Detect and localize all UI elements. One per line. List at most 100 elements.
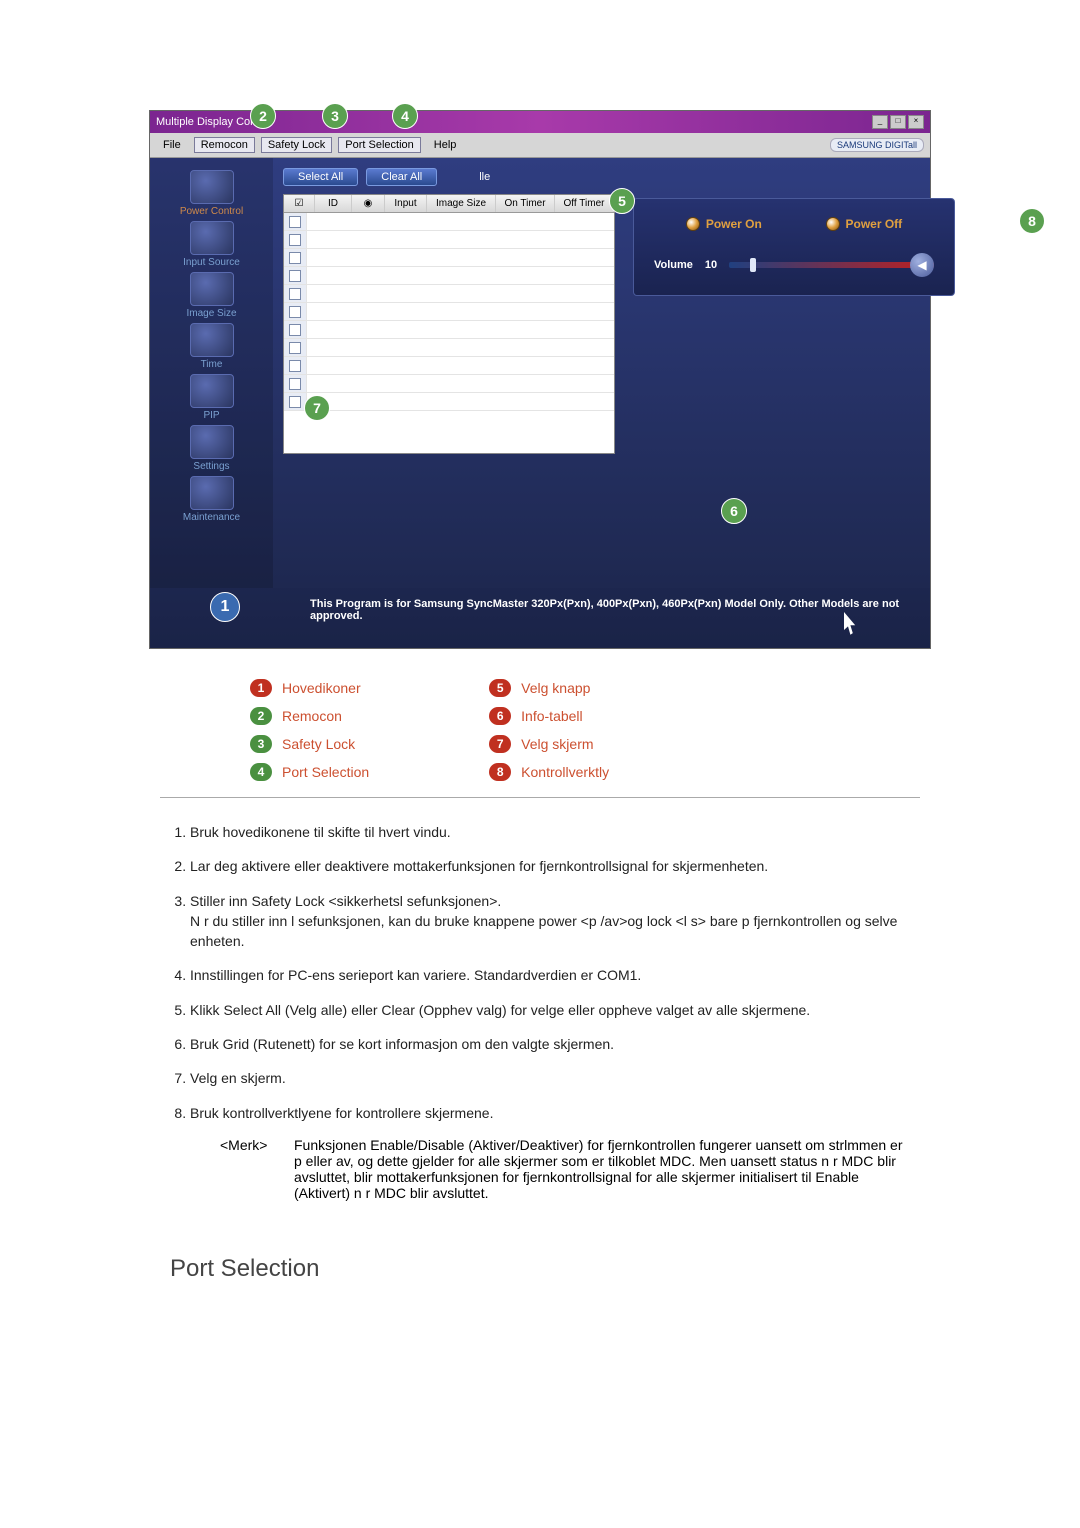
close-button[interactable]: × [908, 115, 924, 129]
sidebar-maintenance[interactable]: Maintenance [167, 476, 257, 523]
list-item: Velg en skjerm. [190, 1068, 910, 1088]
sidebar-time[interactable]: Time [167, 323, 257, 370]
power-radio-row: Power On Power Off [654, 217, 934, 231]
grid-body: 7 [284, 213, 614, 453]
col-image-size[interactable]: Image Size [427, 195, 496, 212]
section-heading: Port Selection [170, 1255, 1000, 1283]
table-row[interactable] [284, 375, 614, 393]
callout-7: 7 [304, 395, 330, 421]
table-row[interactable] [284, 267, 614, 285]
menu-remocon[interactable]: Remocon [194, 137, 255, 153]
volume-value: 10 [705, 259, 717, 271]
divider [160, 797, 920, 798]
legend-col-right: 5Velg knapp 6Info-tabell 7Velg skjerm 8K… [489, 679, 609, 781]
sidebar-image-size[interactable]: Image Size [167, 272, 257, 319]
col-off-timer[interactable]: Off Timer [555, 195, 614, 212]
speaker-icon[interactable]: ◀ [910, 253, 934, 277]
list-item: Innstillingen for PC-ens serieport kan v… [190, 965, 910, 985]
app-body: Power Control Input Source Image Size Ti… [150, 158, 930, 588]
table-row[interactable] [284, 339, 614, 357]
legend-row: 2Remocon [250, 707, 369, 725]
menu-safety-lock[interactable]: Safety Lock [261, 137, 332, 153]
col-status-icon[interactable]: ◉ [352, 195, 385, 212]
image-size-icon [190, 272, 234, 306]
sidebar-pip[interactable]: PIP [167, 374, 257, 421]
legend-row: 5Velg knapp [489, 679, 609, 697]
sidebar-power-control[interactable]: Power Control [167, 170, 257, 217]
legend-row: 4Port Selection [250, 763, 369, 781]
legend-label: Velg knapp [521, 680, 590, 696]
list-item: Bruk hovedikonene til skifte til hvert v… [190, 822, 910, 842]
col-input[interactable]: Input [385, 195, 427, 212]
list-item: Bruk kontrollverktlyene for kontrollere … [190, 1103, 910, 1123]
list-item: Lar deg aktivere eller deaktivere mottak… [190, 856, 910, 876]
cursor-icon [844, 612, 870, 642]
table-row[interactable] [284, 231, 614, 249]
sidebar-settings[interactable]: Settings [167, 425, 257, 472]
sidebar-input-source[interactable]: Input Source [167, 221, 257, 268]
info-grid: ☑ ID ◉ Input Image Size On Timer Off Tim… [283, 194, 615, 454]
app-screenshot: 2 3 4 Multiple Display Control _ □ × Fil… [149, 110, 931, 649]
select-all-button[interactable]: Select All [283, 168, 358, 186]
callout-1: 1 [210, 592, 240, 622]
col-checkbox[interactable]: ☑ [284, 195, 315, 212]
table-row[interactable] [284, 357, 614, 375]
legend-label: Remocon [282, 708, 342, 724]
menubar: File Remocon Safety Lock Port Selection … [150, 133, 930, 158]
menu-file[interactable]: File [156, 137, 188, 153]
minimize-button[interactable]: _ [872, 115, 888, 129]
col-id[interactable]: ID [315, 195, 352, 212]
power-on-label: Power On [706, 217, 762, 231]
clear-all-button[interactable]: Clear All [366, 168, 437, 186]
legend: 1Hovedikoner 2Remocon 3Safety Lock 4Port… [250, 679, 890, 781]
legend-label: Port Selection [282, 764, 369, 780]
legend-label: Hovedikoner [282, 680, 361, 696]
legend-label: Velg skjerm [521, 736, 593, 752]
list-item: Stiller inn Safety Lock <sikkerhetsl sef… [190, 891, 910, 952]
settings-icon [190, 425, 234, 459]
table-row[interactable] [284, 285, 614, 303]
callout-2: 2 [250, 103, 276, 129]
volume-slider[interactable] [729, 262, 934, 268]
pip-icon [190, 374, 234, 408]
legend-row: 3Safety Lock [250, 735, 369, 753]
footer-note: 1 This Program is for Samsung SyncMaster… [150, 588, 930, 648]
legend-row: 6Info-tabell [489, 707, 609, 725]
legend-row: 8Kontrollverktly [489, 763, 609, 781]
control-panel: Power On Power Off Volume 10 ◀ [633, 198, 955, 296]
callout-3: 3 [322, 103, 348, 129]
legend-row: 7Velg skjerm [489, 735, 609, 753]
table-row[interactable] [284, 393, 614, 411]
input-source-icon [190, 221, 234, 255]
list-item: Klikk Select All (Velg alle) eller Clear… [190, 1000, 910, 1020]
time-icon [190, 323, 234, 357]
instruction-list: Bruk hovedikonene til skifte til hvert v… [80, 822, 1000, 1123]
table-row[interactable] [284, 249, 614, 267]
legend-row: 1Hovedikoner [250, 679, 369, 697]
table-row[interactable] [284, 321, 614, 339]
power-control-icon [190, 170, 234, 204]
legend-col-left: 1Hovedikoner 2Remocon 3Safety Lock 4Port… [250, 679, 369, 781]
note-text: Funksjonen Enable/Disable (Aktiver/Deakt… [294, 1137, 910, 1201]
volume-label: Volume [654, 259, 693, 271]
table-row[interactable] [284, 213, 614, 231]
callout-5: 5 [609, 188, 635, 214]
grid-header: ☑ ID ◉ Input Image Size On Timer Off Tim… [284, 195, 614, 213]
menu-help[interactable]: Help [427, 137, 464, 153]
callout-8: 8 [1019, 208, 1045, 234]
callout-4: 4 [392, 103, 418, 129]
legend-label: Safety Lock [282, 736, 355, 752]
col-on-timer[interactable]: On Timer [496, 195, 555, 212]
title-suffix: lle [479, 171, 490, 183]
menu-port-selection[interactable]: Port Selection [338, 137, 420, 153]
list-item: Bruk Grid (Rutenett) for se kort informa… [190, 1034, 910, 1054]
footer-text: This Program is for Samsung SyncMaster 3… [310, 598, 899, 622]
power-off-radio[interactable]: Power Off [826, 217, 903, 231]
maximize-button[interactable]: □ [890, 115, 906, 129]
power-on-radio[interactable]: Power On [686, 217, 762, 231]
sidebar: Power Control Input Source Image Size Ti… [150, 158, 273, 588]
volume-row: Volume 10 [654, 259, 934, 271]
maintenance-icon [190, 476, 234, 510]
legend-label: Info-tabell [521, 708, 582, 724]
table-row[interactable] [284, 303, 614, 321]
